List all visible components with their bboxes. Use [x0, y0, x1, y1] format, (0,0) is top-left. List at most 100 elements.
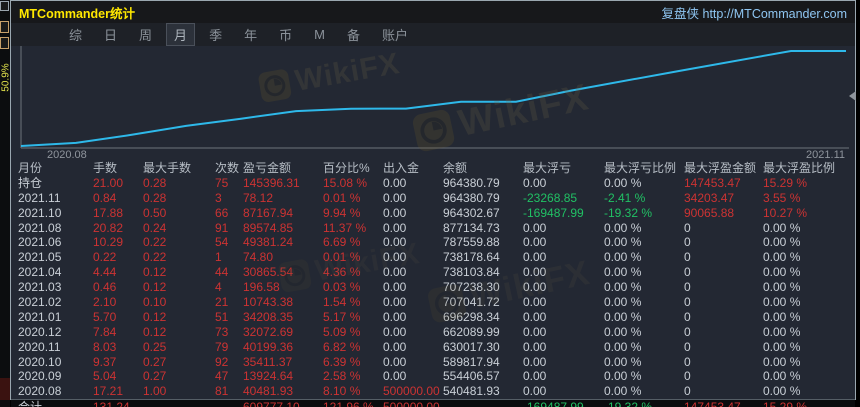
column-header[interactable]: 最大手数	[143, 161, 215, 176]
cell: 54	[215, 235, 229, 250]
cell: 0.00	[523, 324, 547, 339]
cell: 34203.47	[684, 190, 735, 205]
column-header[interactable]: 次数	[215, 161, 243, 176]
cell: 9.37	[93, 354, 117, 369]
menu-item-币[interactable]: 币	[271, 23, 300, 46]
menu-item-月[interactable]: 月	[166, 23, 196, 46]
cell: 0.00	[383, 280, 407, 295]
cell: 66	[215, 205, 229, 220]
cell: 34208.35	[243, 309, 294, 324]
cell: 0.00	[523, 369, 547, 384]
menu-item-备[interactable]: 备	[339, 23, 368, 46]
cell: 696298.34	[443, 309, 500, 324]
column-header[interactable]: 盈亏金额	[243, 161, 323, 176]
cell: 30865.54	[243, 265, 294, 280]
table-row[interactable]: 2021.03 0.46 0.12 4 196.58 0.03 % 0.00 707238.3…	[11, 280, 855, 295]
column-header[interactable]: 最大浮亏比例	[604, 161, 684, 176]
table-row[interactable]: 持仓 21.00 0.28 75 145396.31 15.08 % 0.00 964380.…	[11, 176, 855, 191]
menu-item-综[interactable]: 综	[61, 23, 90, 46]
column-header[interactable]: 最大浮盈比例	[763, 161, 855, 176]
cell: 4.36 %	[323, 265, 361, 280]
cell: 3	[215, 190, 222, 205]
menu-item-日[interactable]: 日	[96, 23, 125, 46]
cell: 964380.79	[443, 175, 500, 190]
table-row[interactable]: 2020.09 5.04 0.27 47 13924.64 2.58 % 0.00 55440…	[11, 369, 855, 384]
column-header[interactable]: 出入金	[383, 161, 443, 176]
cell: 40199.36	[243, 339, 294, 354]
column-header[interactable]: 百分比%	[323, 161, 383, 176]
cell: 0.01 %	[323, 190, 361, 205]
cell: 1.54 %	[323, 295, 361, 310]
cell	[143, 400, 215, 407]
cell: 5.17 %	[323, 309, 361, 324]
menu-item-季[interactable]: 季	[201, 23, 230, 46]
cell: 738178.64	[443, 250, 500, 265]
cell: 13924.64	[243, 369, 294, 384]
cell: 0.00 %	[604, 339, 642, 354]
table-row[interactable]: 2020.11 8.03 0.25 79 40199.36 6.82 % 0.00 63001…	[11, 340, 855, 355]
cell: 0.00 %	[604, 354, 642, 369]
column-header[interactable]: 最大浮盈金额	[684, 161, 763, 176]
cell: -23268.85	[523, 190, 578, 205]
cell: 0	[684, 369, 691, 384]
cell: 662089.99	[443, 324, 500, 339]
cell: 2020.12	[18, 324, 62, 339]
table-row[interactable]: 2021.10 17.88 0.50 66 87167.94 9.94 % 0.00 9643…	[11, 206, 855, 221]
cell: 6.39 %	[323, 354, 361, 369]
column-header[interactable]: 月份	[11, 161, 93, 176]
cell: 15.29 %	[763, 400, 855, 407]
cell: 0	[684, 280, 691, 295]
cell: 0.00	[383, 369, 407, 384]
cell: 630017.30	[443, 339, 500, 354]
menu-item-周[interactable]: 周	[131, 23, 160, 46]
cell: 0.12	[143, 309, 167, 324]
table-row[interactable]: 2020.12 7.84 0.12 73 32072.69 5.09 % 0.00 66208…	[11, 325, 855, 340]
cell: 0.00 %	[763, 369, 801, 384]
background-toolbar-icon	[0, 1, 9, 11]
cell: 0.00	[523, 384, 547, 399]
table-row[interactable]: 2021.11 0.84 0.28 3 78.12 0.01 % 0.00 964380.79…	[11, 191, 855, 206]
line-end-arrow-icon	[849, 91, 856, 101]
column-header[interactable]: 最大浮亏	[523, 161, 604, 176]
cell: 0.01 %	[323, 250, 361, 265]
cell: 0.00 %	[604, 369, 642, 384]
table-row[interactable]: 2020.08 17.21 1.00 81 40481.93 8.10 % 500000.0…	[11, 384, 855, 399]
table-row[interactable]: 2021.08 20.82 0.24 91 89574.85 11.37 % 0.00 877…	[11, 221, 855, 236]
cell: 5.70	[93, 309, 117, 324]
cell: 7.84	[93, 324, 117, 339]
cell: 738103.84	[443, 265, 500, 280]
cell: 0.00	[523, 354, 547, 369]
table-row[interactable]: 2021.04 4.44 0.12 44 30865.54 4.36 % 0.00 73810…	[11, 265, 855, 280]
table-row[interactable]: 2021.02 2.10 0.10 21 10743.38 1.54 % 0.00 70704…	[11, 295, 855, 310]
cell: 49381.24	[243, 235, 294, 250]
cell: 0.00 %	[763, 354, 801, 369]
cell: 0.00 %	[763, 220, 801, 235]
cell: 540481.93	[443, 384, 500, 399]
menu-item-M[interactable]: M	[306, 25, 333, 44]
table-row[interactable]: 2021.01 5.70 0.12 51 34208.35 5.17 % 0.00 69629…	[11, 310, 855, 325]
screen: { "window": { "title": "MTCommander统计", …	[0, 0, 860, 407]
cell: 2021.05	[18, 250, 62, 265]
column-header[interactable]: 余额	[443, 161, 523, 176]
menu-item-年[interactable]: 年	[236, 23, 265, 46]
cell: 589817.94	[443, 354, 500, 369]
cell: 0.00 %	[763, 384, 801, 399]
cell: 964380.79	[443, 190, 500, 205]
column-header[interactable]: 手数	[93, 161, 143, 176]
cell: 0.00	[383, 190, 407, 205]
cell: 0.00	[523, 220, 547, 235]
table-row[interactable]: 2021.05 0.22 0.22 1 74.80 0.01 % 0.00 738178.64…	[11, 250, 855, 265]
background-toolbar-icon	[0, 21, 9, 33]
table-row-total[interactable]: 合计131.24 609777.10121.96 %500000.00 -16948…	[11, 399, 855, 407]
cell: 47	[215, 369, 229, 384]
cell: 0.03 %	[323, 280, 361, 295]
balance-chart[interactable]: 2020.08 2021.11	[11, 46, 856, 161]
cell: 90065.88	[684, 205, 735, 220]
cell: 0.27	[143, 369, 167, 384]
cell: 0.00	[523, 250, 547, 265]
menu-item-账户[interactable]: 账户	[374, 23, 416, 46]
table-row[interactable]: 2021.06 10.29 0.22 54 49381.24 6.69 % 0.00 7875…	[11, 235, 855, 250]
cell: 0	[684, 324, 691, 339]
cell: 0.22	[143, 250, 167, 265]
table-row[interactable]: 2020.10 9.37 0.27 92 35411.37 6.39 % 0.00 58981…	[11, 355, 855, 370]
